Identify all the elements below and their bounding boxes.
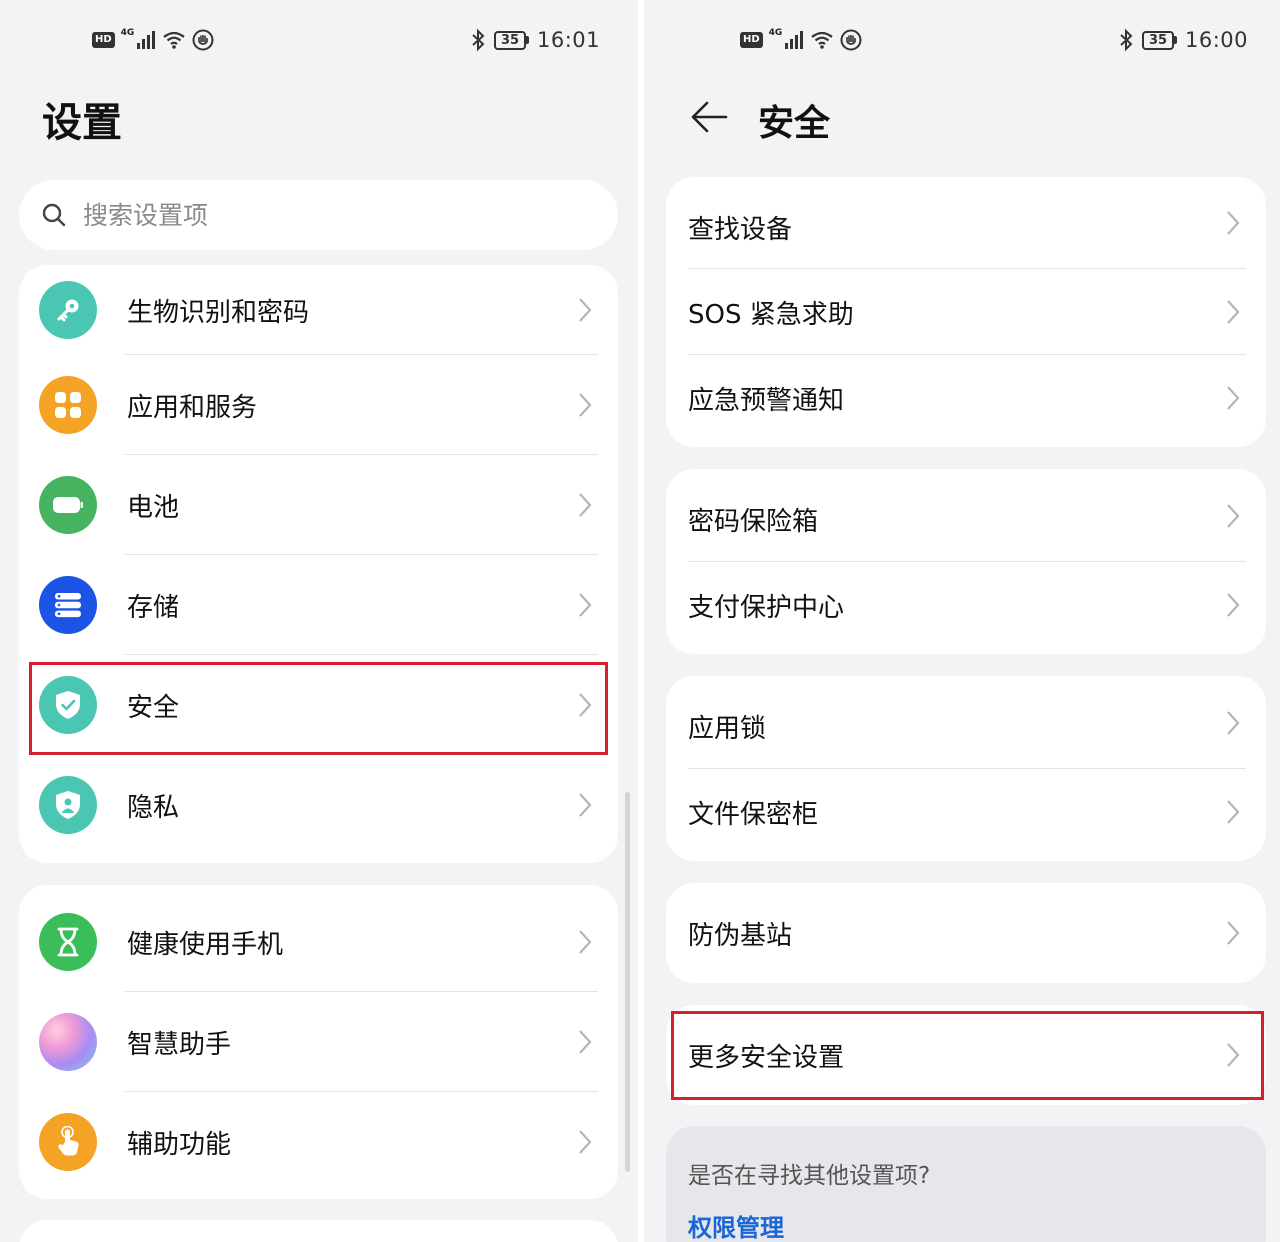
chevron-right-icon	[579, 793, 592, 817]
settings-item-accessibility[interactable]: 辅助功能	[19, 1092, 618, 1192]
signal-icon	[785, 31, 804, 49]
security-item-fake-base-station[interactable]: 防伪基站	[666, 883, 1266, 983]
security-item-emergency-alerts[interactable]: 应急预警通知	[666, 355, 1266, 441]
settings-item-digital-balance[interactable]: 健康使用手机	[19, 892, 618, 992]
search-icon	[42, 203, 66, 227]
more-settings-highlight-box	[671, 1011, 1264, 1100]
page-title: 安全	[758, 103, 831, 144]
security-item-file-safe[interactable]: 文件保密柜	[666, 769, 1266, 855]
security-item-sos[interactable]: SOS 紧急求助	[666, 269, 1266, 355]
network-type-icon: 4G	[768, 28, 783, 38]
storage-icon	[39, 576, 97, 634]
chevron-right-icon	[579, 930, 592, 954]
settings-group-3	[19, 1220, 618, 1242]
apps-icon	[39, 376, 97, 434]
hourglass-icon	[39, 913, 97, 971]
security-item-find-device[interactable]: 查找设备	[666, 177, 1266, 269]
permission-management-link[interactable]: 权限管理	[688, 1208, 1244, 1242]
settings-item-storage[interactable]: 存储	[19, 555, 618, 655]
security-group-4: 防伪基站	[666, 883, 1266, 983]
bluetooth-icon	[1120, 28, 1133, 52]
scrollbar[interactable]	[625, 792, 630, 1172]
status-bar-left: HD 4G	[92, 26, 214, 54]
settings-group-2: 健康使用手机 智慧助手 辅助功能	[19, 885, 618, 1199]
network-type-icon: 4G	[120, 28, 135, 38]
chevron-right-icon	[1227, 211, 1240, 235]
chevron-right-icon	[1227, 386, 1240, 410]
settings-item-apps-services[interactable]: 应用和服务	[19, 355, 618, 455]
clock: 16:00	[1185, 28, 1249, 52]
settings-group-1: 生物识别和密码 应用和服务 电池 存储 安全 隐私	[19, 265, 618, 863]
search-input[interactable]	[83, 200, 563, 230]
hand-privacy-icon	[192, 29, 214, 51]
security-item-payment-protection[interactable]: 支付保护中心	[666, 562, 1266, 648]
security-item-password-vault[interactable]: 密码保险箱	[666, 469, 1266, 562]
hd-icon: HD	[92, 32, 115, 48]
settings-item-battery[interactable]: 电池	[19, 455, 618, 555]
bluetooth-icon	[472, 28, 485, 52]
security-group-1: 查找设备 SOS 紧急求助 应急预警通知	[666, 177, 1266, 447]
clock: 16:01	[537, 28, 601, 52]
chevron-right-icon	[1227, 800, 1240, 824]
chevron-right-icon	[579, 593, 592, 617]
suggestion-card: 是否在寻找其他设置项? 权限管理	[666, 1126, 1266, 1242]
status-bar-right: 35 16:00	[1118, 26, 1248, 54]
chevron-right-icon	[579, 1130, 592, 1154]
suggestion-question: 是否在寻找其他设置项?	[688, 1163, 931, 1189]
wifi-icon	[163, 31, 186, 49]
back-button[interactable]	[684, 92, 734, 142]
settings-item-biometrics[interactable]: 生物识别和密码	[19, 265, 618, 355]
security-highlight-box	[29, 662, 608, 755]
chevron-right-icon	[1227, 300, 1240, 324]
settings-screen: HD 4G 35 16:01 设置 生物识别和密码	[0, 0, 638, 1242]
security-screen: HD 4G 35 16:00 安全 查找设备 SOS 紧急求助 应急预警通知 密	[644, 0, 1280, 1242]
chevron-right-icon	[579, 493, 592, 517]
chevron-right-icon	[1227, 503, 1240, 528]
chevron-right-icon	[1227, 921, 1240, 945]
battery-indicator: 35	[494, 30, 529, 50]
status-bar-left: HD 4G	[740, 26, 862, 54]
hand-privacy-icon	[840, 29, 862, 51]
arrow-left-icon	[691, 101, 728, 133]
privacy-shield-icon	[39, 776, 97, 834]
chevron-right-icon	[1227, 593, 1240, 617]
chevron-right-icon	[579, 393, 592, 417]
chevron-right-icon	[579, 1030, 592, 1054]
security-item-app-lock[interactable]: 应用锁	[666, 676, 1266, 769]
battery-indicator: 35	[1142, 30, 1177, 50]
security-group-3: 应用锁 文件保密柜	[666, 676, 1266, 861]
settings-item-privacy[interactable]: 隐私	[19, 755, 618, 855]
hand-icon	[39, 1113, 97, 1171]
wifi-icon	[811, 31, 834, 49]
search-bar[interactable]	[19, 180, 618, 250]
key-icon	[39, 281, 97, 339]
page-title: 设置	[42, 100, 122, 146]
security-group-2: 密码保险箱 支付保护中心	[666, 469, 1266, 654]
assistant-icon	[39, 1013, 97, 1071]
chevron-right-icon	[579, 298, 592, 322]
chevron-right-icon	[1227, 710, 1240, 735]
signal-icon	[137, 31, 156, 49]
settings-item-assistant[interactable]: 智慧助手	[19, 992, 618, 1092]
status-bar-right: 35 16:01	[470, 26, 600, 54]
hd-icon: HD	[740, 32, 763, 48]
battery-icon	[39, 476, 97, 534]
